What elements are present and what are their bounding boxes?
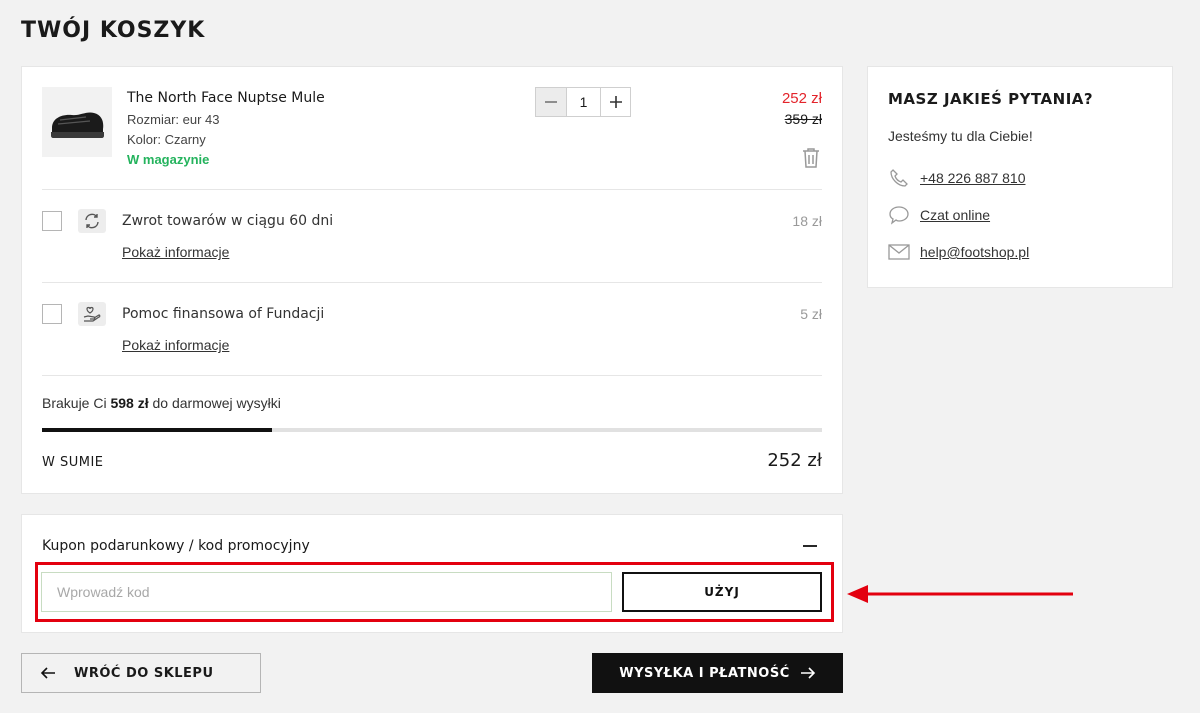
page-title: TWÓJ KOSZYK [21, 18, 206, 43]
divider [42, 375, 822, 376]
collapse-coupon-button[interactable] [802, 537, 818, 553]
divider [42, 282, 822, 283]
quantity-value[interactable]: 1 [566, 88, 601, 116]
contact-phone-row: +48 226 887 810 [888, 168, 1026, 188]
annotation-arrow-icon [847, 585, 1073, 603]
addon-title: Pomoc finansowa of Fundacji [122, 306, 325, 322]
price-old: 359 zł [784, 111, 822, 127]
mail-icon [888, 242, 910, 262]
addon-icon-box [78, 302, 106, 326]
shipping-prefix: Brakuje Ci [42, 395, 107, 411]
phone-link[interactable]: +48 226 887 810 [920, 170, 1026, 186]
minus-icon [803, 545, 817, 547]
free-shipping-note: Brakuje Ci 598 zł do darmowej wysyłki [42, 395, 281, 411]
chat-bubble-icon [888, 205, 910, 225]
shipping-suffix: do darmowej wysyłki [152, 395, 281, 411]
addon-info-link[interactable]: Pokaż informacje [122, 244, 229, 260]
back-to-shop-button[interactable]: WRÓĆ DO SKLEPU [21, 653, 261, 693]
donation-checkbox[interactable] [42, 304, 62, 324]
divider [42, 189, 822, 190]
product-image[interactable] [42, 87, 112, 157]
quantity-stepper: 1 [535, 87, 631, 117]
plus-icon [609, 96, 622, 108]
addon-info-link[interactable]: Pokaż informacje [122, 337, 229, 353]
phone-icon [888, 168, 910, 188]
addon-price: 18 zł [792, 213, 822, 229]
back-label: WRÓĆ DO SKLEPU [74, 665, 214, 681]
quantity-decrease-button[interactable] [536, 88, 566, 116]
arrow-left-icon [40, 667, 55, 679]
cart-panel: The North Face Nuptse Mule Rozmiar: eur … [21, 66, 843, 494]
arrow-right-icon [800, 667, 815, 679]
heart-hand-icon [83, 306, 101, 322]
chat-link[interactable]: Czat online [920, 207, 990, 223]
addon-title: Zwrot towarów w ciągu 60 dni [122, 213, 334, 229]
return-policy-checkbox[interactable] [42, 211, 62, 231]
addon-price: 5 zł [800, 306, 822, 322]
shipping-payment-button[interactable]: WYSYŁKA I PŁATNOŚĆ [592, 653, 843, 693]
email-link[interactable]: help@footshop.pl [920, 244, 1029, 260]
stock-status: W magazynie [127, 152, 210, 167]
next-label: WYSYŁKA I PŁATNOŚĆ [619, 665, 790, 681]
total-label: W SUMIE [42, 455, 104, 470]
coupon-code-input[interactable] [41, 572, 612, 612]
product-size: Rozmiar: eur 43 [127, 112, 220, 127]
shoe-icon [51, 112, 104, 138]
addon-icon-box [78, 209, 106, 233]
product-color: Kolor: Czarny [127, 132, 206, 147]
coupon-title: Kupon podarunkowy / kod promocyjny [42, 538, 310, 554]
return-arrows-icon [85, 213, 99, 229]
support-subtitle: Jesteśmy tu dla Ciebie! [888, 128, 1033, 144]
product-name[interactable]: The North Face Nuptse Mule [127, 90, 325, 106]
shipping-amount: 598 zł [110, 395, 149, 411]
minus-icon [545, 101, 557, 103]
price-current: 252 zł [781, 90, 822, 107]
free-shipping-progress [42, 428, 822, 432]
coupon-panel: Kupon podarunkowy / kod promocyjny UŻYJ [21, 514, 843, 633]
total-value: 252 zł [767, 450, 822, 471]
quantity-increase-button[interactable] [601, 88, 630, 116]
support-title: MASZ JAKIEŚ PYTANIA? [888, 90, 1094, 108]
remove-item-button[interactable] [801, 147, 821, 169]
contact-chat-row: Czat online [888, 205, 990, 225]
progress-fill [42, 428, 273, 432]
apply-coupon-button[interactable]: UŻYJ [622, 572, 822, 612]
contact-email-row: help@footshop.pl [888, 242, 1029, 262]
trash-icon [803, 148, 819, 168]
support-panel: MASZ JAKIEŚ PYTANIA? Jesteśmy tu dla Cie… [867, 66, 1173, 288]
